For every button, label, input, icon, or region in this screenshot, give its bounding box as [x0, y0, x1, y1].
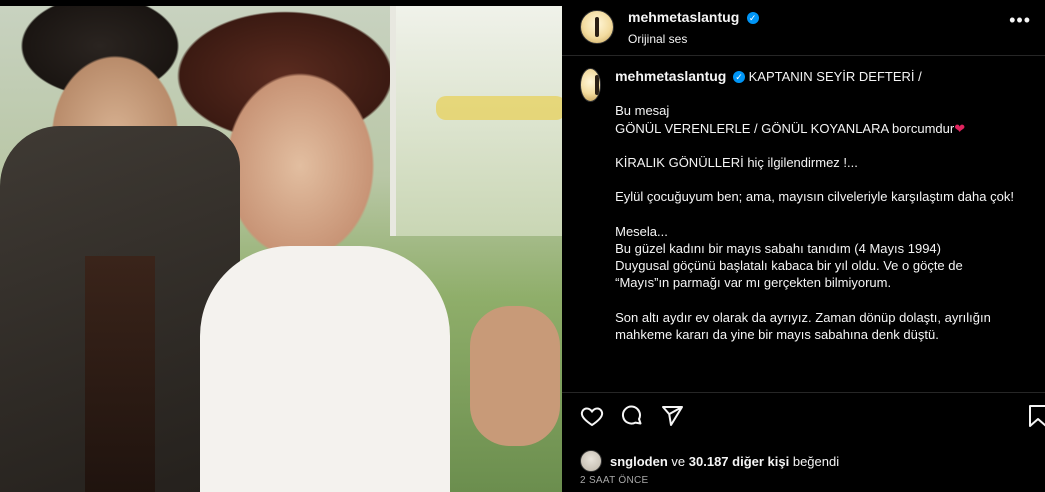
caption-block: mehmetaslantug ✓ KAPTANIN SEYİR DEFTERİ … [580, 68, 1035, 360]
caption-line: Bu mesaj [615, 103, 670, 119]
liker-username[interactable]: sngloden [610, 454, 668, 469]
share-paper-plane-icon[interactable] [660, 404, 684, 433]
actions-divider [562, 392, 1045, 393]
caption-headline: KAPTANIN SEYİR DEFTERİ / [748, 69, 922, 84]
caption-line: Eylül çocuğuyum ben; ama, mayısın cilvel… [615, 189, 1014, 205]
post-header: mehmetaslantug ✓ Orijinal ses ••• [580, 2, 1045, 52]
caption-line: “Mayıs”ın parmağı var mı gerçekten bilmi… [615, 275, 892, 291]
caption-body: mehmetaslantug ✓ KAPTANIN SEYİR DEFTERİ … [615, 68, 1035, 360]
caption-line: Son altı aydır ev olarak da ayrıyız. Zam… [615, 309, 991, 342]
likes-count[interactable]: 30.187 diğer kişi [689, 454, 789, 469]
liker-avatar[interactable] [580, 450, 602, 472]
post-photo[interactable] [0, 6, 562, 492]
verified-badge-icon: ✓ [746, 11, 759, 24]
verified-badge-icon: ✓ [732, 71, 745, 83]
caption-line: GÖNÜL VERENLERLE / GÖNÜL KOYANLARA borcu… [615, 120, 955, 136]
like-heart-icon[interactable] [580, 404, 604, 433]
photo-chair [85, 256, 155, 492]
likes-connector: ve [671, 453, 686, 469]
post-timestamp[interactable]: 2 SAAT ÖNCE [580, 475, 649, 486]
caption-author-avatar[interactable] [580, 68, 602, 102]
comment-bubble-icon[interactable] [620, 404, 644, 433]
likes-suffix: beğendi [792, 453, 840, 469]
audio-label[interactable]: Orijinal ses [628, 32, 759, 46]
author-avatar[interactable] [580, 10, 614, 44]
caption-line: Duygusal göçünü başlatalı kabaca bir yıl… [615, 258, 963, 274]
photo-window-background [390, 6, 562, 236]
author-username[interactable]: mehmetaslantug [628, 9, 739, 25]
save-bookmark-icon[interactable] [1027, 404, 1045, 433]
caption-line: KİRALIK GÖNÜLLERİ hiç ilgilendirmez !... [615, 154, 858, 170]
photo-woman-dress [200, 246, 450, 492]
header-divider [562, 55, 1045, 56]
likes-summary[interactable]: sngloden ve 30.187 diğer kişi beğendi [580, 450, 839, 472]
action-bar [580, 404, 1045, 434]
caption-line: Bu güzel kadını bir mayıs sabahı tanıdım… [615, 240, 941, 256]
caption-author-username[interactable]: mehmetaslantug [615, 68, 726, 84]
caption-line: Mesela... [615, 223, 668, 239]
photo-arm [470, 306, 560, 446]
more-options-icon[interactable]: ••• [1009, 10, 1031, 31]
post-side-panel: mehmetaslantug ✓ Orijinal ses ••• mehmet… [562, 0, 1045, 492]
red-heart-emoji-icon: ❤ [954, 120, 966, 136]
